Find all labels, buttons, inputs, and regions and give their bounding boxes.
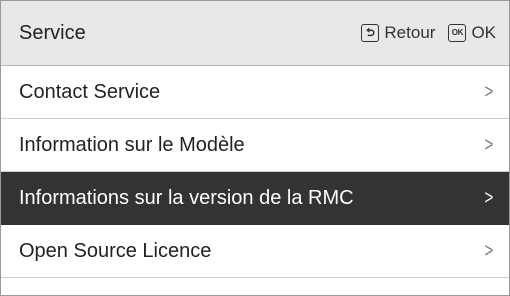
menu-item-contact-service[interactable]: Contact Service > [1,66,509,119]
menu-item-label: Information sur le Modèle [19,133,245,156]
chevron-right-icon: > [484,80,494,103]
back-label: Retour [384,23,436,42]
chevron-right-icon: > [484,133,494,156]
header-actions: Retour OK OK [361,23,496,43]
service-menu: Contact Service > Information sur le Mod… [1,66,509,278]
menu-item-label: Open Source Licence [19,239,212,262]
header-bar: Service Retour OK OK [1,1,509,66]
ok-key-icon-text: OK [451,28,464,37]
chevron-right-icon: > [484,186,494,209]
menu-item-open-source-licence[interactable]: Open Source Licence > [1,225,509,278]
back-arrow-icon [361,24,380,42]
menu-item-rmc-version-information[interactable]: Informations sur la version de la RMC > [1,172,509,225]
back-button[interactable]: Retour [361,23,435,43]
ok-label: OK [471,23,496,42]
chevron-right-icon: > [484,239,494,262]
ok-button[interactable]: OK OK [448,23,496,43]
menu-item-model-information[interactable]: Information sur le Modèle > [1,119,509,172]
ok-key-icon: OK [448,24,467,42]
menu-item-label: Informations sur la version de la RMC [19,186,354,209]
menu-item-label: Contact Service [19,80,161,103]
page-title: Service [19,21,86,44]
service-screen: Service Retour OK OK Contact Service > I… [0,0,510,296]
